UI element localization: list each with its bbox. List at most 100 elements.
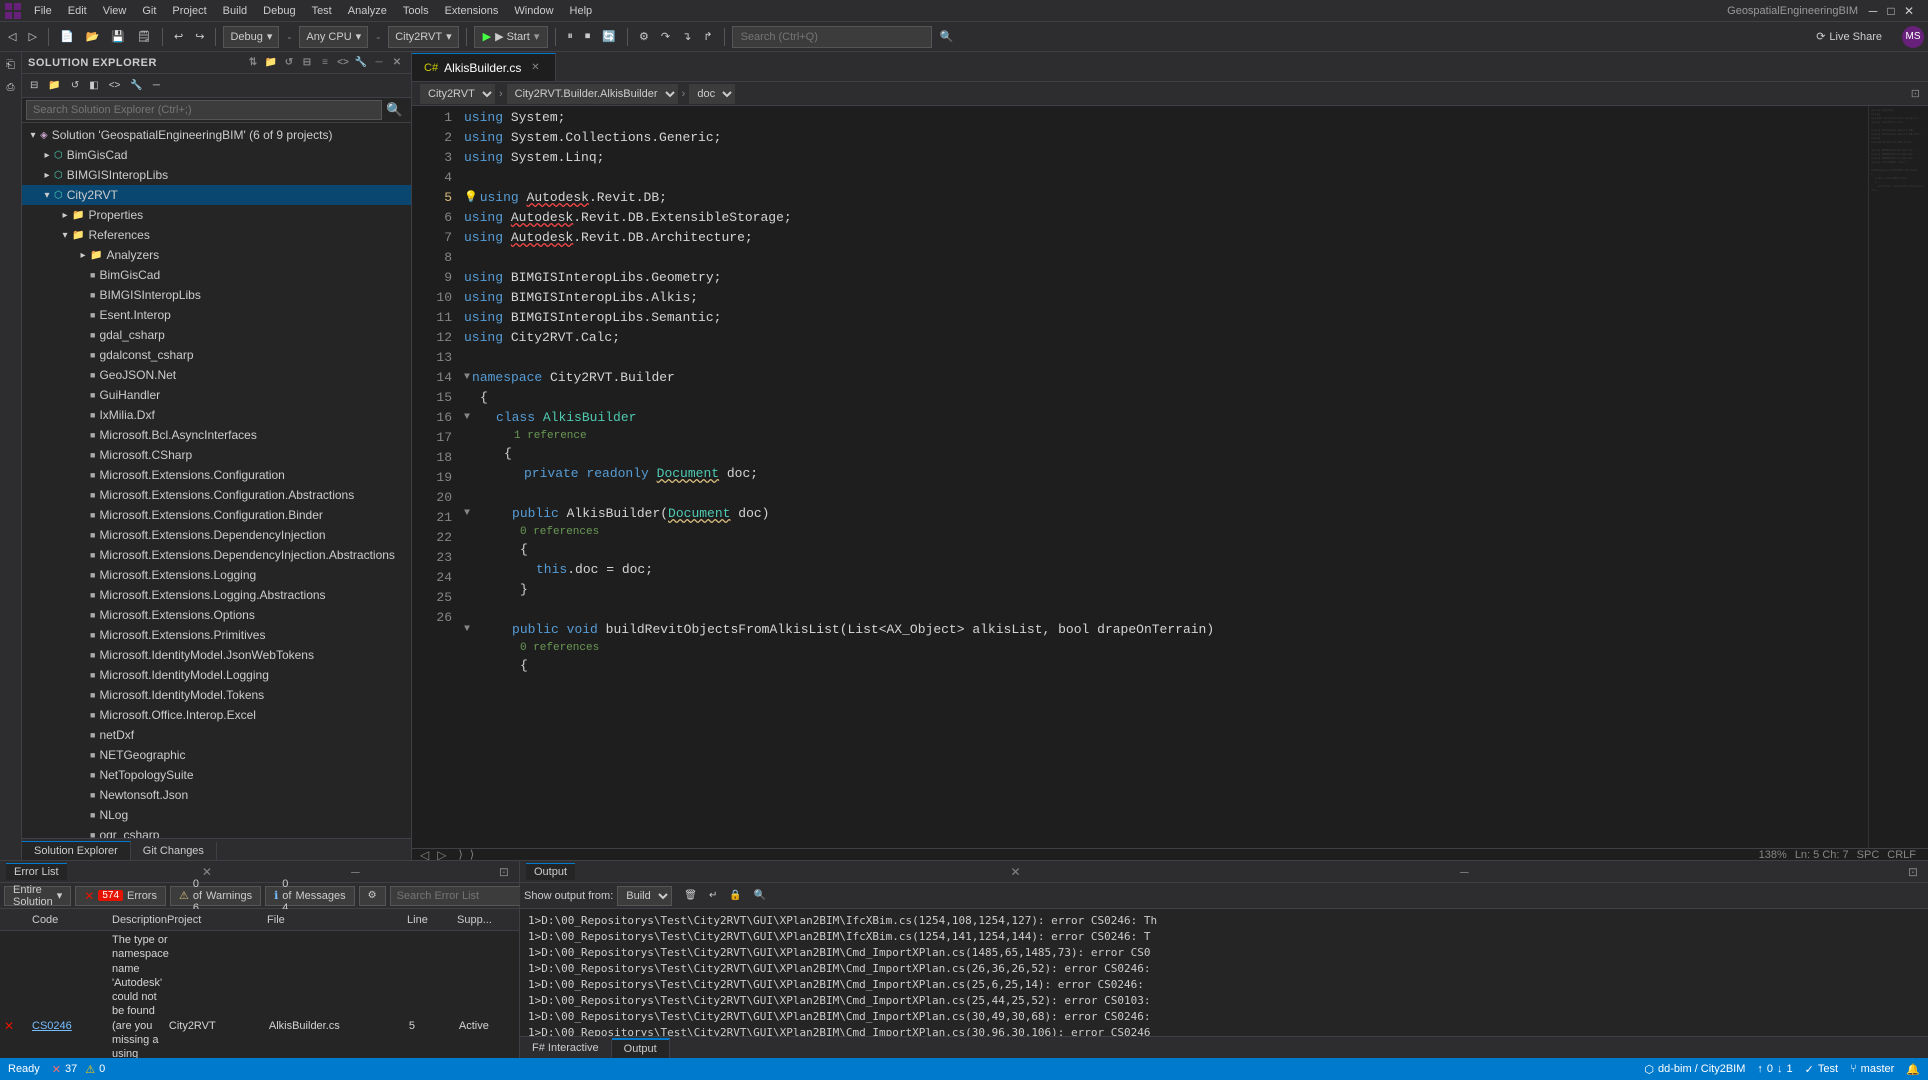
menu-project[interactable]: Project: [164, 3, 214, 19]
minimap[interactable]: using System;using System.Collections.Ge…: [1868, 106, 1928, 848]
menu-extensions[interactable]: Extensions: [437, 3, 507, 19]
tree-bimgisinteroplibs[interactable]: ▸ ⬡ BIMGISInteropLibs: [22, 165, 411, 185]
window-maximize[interactable]: □: [1884, 4, 1898, 18]
toolbar-step-out[interactable]: ↱: [699, 26, 716, 48]
tree-ref-msidentityjwt[interactable]: ▸ ■ Microsoft.IdentityModel.JsonWebToken…: [22, 645, 411, 665]
toolbar-step-into[interactable]: ↴: [678, 26, 695, 48]
tree-ref-nlog[interactable]: ▸ ■ NLog: [22, 805, 411, 825]
scroll-other-btn[interactable]: ⟩: [470, 849, 474, 860]
tree-references[interactable]: ▾ 📁 References: [22, 225, 411, 245]
tree-ref-msidentitytokens[interactable]: ▸ ■ Microsoft.IdentityModel.Tokens: [22, 685, 411, 705]
window-minimize[interactable]: ─: [1866, 4, 1880, 18]
error-count-btn[interactable]: ✕ 574 Errors: [75, 886, 166, 906]
nav-right-expand[interactable]: ⊡: [1911, 87, 1920, 100]
platform-dropdown[interactable]: Any CPU ▾: [299, 26, 368, 48]
tree-ref-gdalconst[interactable]: ▸ ■ gdalconst_csharp: [22, 345, 411, 365]
project-dropdown[interactable]: City2RVT ▾: [388, 26, 458, 48]
output-source-select[interactable]: Build: [617, 886, 672, 906]
nav-namespace-select[interactable]: City2RVT: [420, 84, 495, 104]
tree-city2rvt[interactable]: ▾ ⬡ City2RVT: [22, 185, 411, 205]
tree-ref-msextdi[interactable]: ▸ ■ Microsoft.Extensions.DependencyInjec…: [22, 525, 411, 545]
tree-ref-msdbcl[interactable]: ▸ ■ Microsoft.Bcl.AsyncInterfaces: [22, 425, 411, 445]
tree-ref-msidentitylogging[interactable]: ▸ ■ Microsoft.IdentityModel.Logging: [22, 665, 411, 685]
error-row-1[interactable]: ✕ CS0246 The type or namespace name 'Aut…: [0, 931, 519, 1058]
se-settings-btn[interactable]: ≡: [317, 55, 333, 71]
menu-help[interactable]: Help: [562, 3, 601, 19]
menu-edit[interactable]: Edit: [60, 3, 95, 19]
tree-ref-bimgisinteroplibs[interactable]: ▸ ■ BIMGISInteropLibs: [22, 285, 411, 305]
tree-ref-gdal[interactable]: ▸ ■ gdal_csharp: [22, 325, 411, 345]
output-float[interactable]: ⊡: [1904, 865, 1922, 879]
menu-window[interactable]: Window: [506, 3, 561, 19]
error-list-float[interactable]: ⊡: [495, 865, 513, 879]
se-toolbar-btn4[interactable]: ◧: [85, 75, 102, 97]
toolbar-new-project[interactable]: 📄: [56, 26, 78, 48]
se-code-btn[interactable]: <>: [335, 55, 351, 71]
menu-git[interactable]: Git: [134, 3, 164, 19]
error-code-link-1[interactable]: CS0246: [32, 1020, 72, 1032]
activity-git[interactable]: ⎙: [2, 78, 20, 96]
toolbar-redo[interactable]: ↪: [191, 26, 208, 48]
toolbar-pause[interactable]: ⏸: [563, 26, 577, 48]
tree-ref-newtonsoft[interactable]: ▸ ■ Newtonsoft.Json: [22, 785, 411, 805]
menu-build[interactable]: Build: [215, 3, 255, 19]
start-debug-button[interactable]: ▶ ▶ Start ▾: [474, 26, 549, 48]
menu-analyze[interactable]: Analyze: [340, 3, 395, 19]
collapse-14[interactable]: ▼: [464, 368, 470, 388]
se-search-input[interactable]: [26, 100, 382, 120]
output-output-tab[interactable]: Output: [612, 1038, 670, 1058]
tree-ref-guihandler[interactable]: ▸ ■ GuiHandler: [22, 385, 411, 405]
tree-ref-msextprimitives[interactable]: ▸ ■ Microsoft.Extensions.Primitives: [22, 625, 411, 645]
tree-ref-msextloggingabs[interactable]: ▸ ■ Microsoft.Extensions.Logging.Abstrac…: [22, 585, 411, 605]
nav-member-select[interactable]: doc: [689, 84, 735, 104]
se-toolbar-btn7[interactable]: ─: [149, 75, 164, 97]
se-folder-btn[interactable]: 📁: [263, 55, 279, 71]
tree-ref-netdxf[interactable]: ▸ ■ netDxf: [22, 725, 411, 745]
window-close[interactable]: ✕: [1902, 4, 1916, 18]
tree-ref-msextconfigbinder[interactable]: ▸ ■ Microsoft.Extensions.Configuration.B…: [22, 505, 411, 525]
se-toolbar-btn2[interactable]: 📁: [44, 75, 64, 97]
search-btn[interactable]: 🔍: [936, 26, 958, 48]
warning-count-btn[interactable]: ⚠ 0 of 6 Warnings: [170, 886, 261, 906]
tree-ref-nettopology[interactable]: ▸ ■ NetTopologySuite: [22, 765, 411, 785]
se-toolbar-btn3[interactable]: ↺: [67, 75, 83, 97]
debug-config-dropdown[interactable]: Debug ▾: [223, 26, 279, 48]
menu-view[interactable]: View: [95, 3, 135, 19]
nav-class-select[interactable]: City2RVT.Builder.AlkisBuilder: [507, 84, 678, 104]
message-count-btn[interactable]: ℹ 0 of 4 Messages: [265, 886, 355, 906]
toolbar-restart[interactable]: 🔄: [598, 26, 620, 48]
tree-ref-geojson[interactable]: ▸ ■ GeoJSON.Net: [22, 365, 411, 385]
status-errors[interactable]: ✕ 37 ⚠ 0: [52, 1063, 105, 1076]
toolbar-stop[interactable]: ⏹: [581, 26, 595, 48]
tree-bimgiscad[interactable]: ▸ ⬡ BimGisCad: [22, 145, 411, 165]
toolbar-exception-settings[interactable]: ⚙: [635, 26, 653, 48]
error-list-close[interactable]: ✕: [198, 865, 216, 879]
tree-ref-esent[interactable]: ▸ ■ Esent.Interop: [22, 305, 411, 325]
toolbar-btn-2[interactable]: ▷: [24, 26, 40, 48]
tree-ref-ixmilia[interactable]: ▸ ■ IxMilia.Dxf: [22, 405, 411, 425]
status-build[interactable]: ✓ Test: [1805, 1063, 1838, 1076]
output-find-btn[interactable]: 🔍: [750, 885, 770, 907]
output-tab[interactable]: Output: [526, 863, 575, 880]
output-close[interactable]: ✕: [1006, 865, 1024, 879]
status-branch[interactable]: ⑂ master: [1850, 1063, 1894, 1076]
tree-ref-netgeographic[interactable]: ▸ ■ NETGeographic: [22, 745, 411, 765]
output-content[interactable]: 1>D:\00_Repositorys\Test\City2RVT\GUI\XP…: [520, 909, 1928, 1036]
output-word-wrap-btn[interactable]: ↵: [705, 885, 721, 907]
live-share-button[interactable]: ⟳ Live Share: [1808, 28, 1890, 45]
output-lock-scroll-btn[interactable]: 🔒: [725, 885, 745, 907]
scroll-right-btn[interactable]: ▷: [433, 848, 450, 861]
toolbar-save[interactable]: 💾: [107, 26, 129, 48]
toolbar-undo[interactable]: ↩: [170, 26, 187, 48]
activity-solution-explorer[interactable]: ⎗: [2, 56, 20, 74]
toolbar-open[interactable]: 📂: [82, 26, 104, 48]
tree-ref-msextoptions[interactable]: ▸ ■ Microsoft.Extensions.Options: [22, 605, 411, 625]
tree-analyzers[interactable]: ▸ 📁 Analyzers: [22, 245, 411, 265]
se-toolbar-btn6[interactable]: 🔧: [126, 75, 146, 97]
menu-debug[interactable]: Debug: [255, 3, 303, 19]
status-git-repo[interactable]: ⬡ dd-bim / City2BIM: [1644, 1063, 1745, 1076]
se-wrench-btn[interactable]: 🔧: [353, 55, 369, 71]
se-close-btn[interactable]: ✕: [389, 55, 405, 71]
search-input[interactable]: [732, 26, 932, 48]
error-build-only-btn[interactable]: ⚙: [359, 886, 386, 906]
